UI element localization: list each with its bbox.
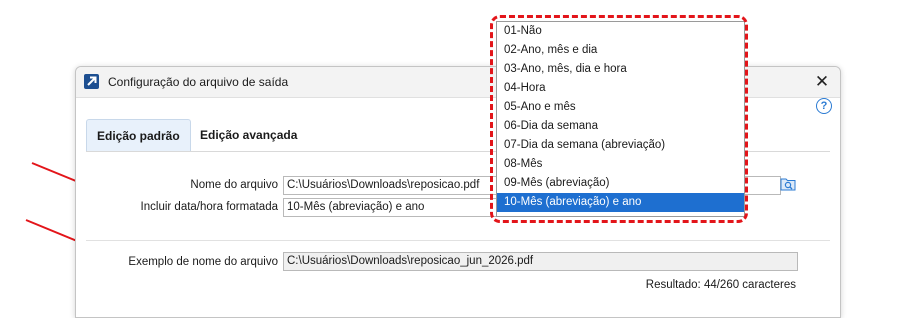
dialog-title: Configuração do arquivo de saída (108, 75, 289, 89)
tab-standard-edit[interactable]: Edição padrão (86, 119, 191, 151)
example-label: Exemplo de nome do arquivo (128, 256, 278, 268)
dropdown-option[interactable]: 09-Mês (abreviação) (497, 174, 744, 193)
dropdown-option[interactable]: 08-Mês (497, 155, 744, 174)
dropdown-option[interactable]: 05-Ano e mês (497, 98, 744, 117)
include-date-select[interactable]: 10-Mês (abreviação) e ano (283, 198, 501, 217)
help-icon[interactable]: ? (816, 98, 832, 114)
close-button[interactable]: ✕ (812, 72, 832, 92)
file-name-label: Nome do arquivo (190, 179, 278, 191)
date-format-dropdown-list: 01-Não 02-Ano, mês e dia 03-Ano, mês, di… (496, 21, 745, 217)
folder-search-icon (780, 178, 796, 191)
dropdown-option[interactable]: 04-Hora (497, 79, 744, 98)
folder-search-button[interactable] (780, 177, 796, 191)
tab-advanced-edit[interactable]: Edição avançada (190, 119, 307, 151)
dropdown-option[interactable]: 02-Ano, mês e dia (497, 41, 744, 60)
section-divider (86, 240, 830, 241)
dropdown-option[interactable]: 07-Dia da semana (abreviação) (497, 136, 744, 155)
result-char-count: Resultado: 44/260 caracteres (645, 279, 796, 291)
dropdown-option[interactable]: 06-Dia da semana (497, 117, 744, 136)
app-arrow-icon (84, 74, 99, 89)
dropdown-option-selected[interactable]: 10-Mês (abreviação) e ano (497, 193, 744, 212)
close-icon: ✕ (814, 72, 830, 91)
dropdown-option[interactable]: 03-Ano, mês, dia e hora (497, 60, 744, 79)
dropdown-option[interactable]: 01-Não (497, 22, 744, 41)
include-date-label: Incluir data/hora formatada (140, 201, 278, 213)
example-filename-field: C:\Usuários\Downloads\reposicao_jun_2026… (283, 252, 798, 271)
